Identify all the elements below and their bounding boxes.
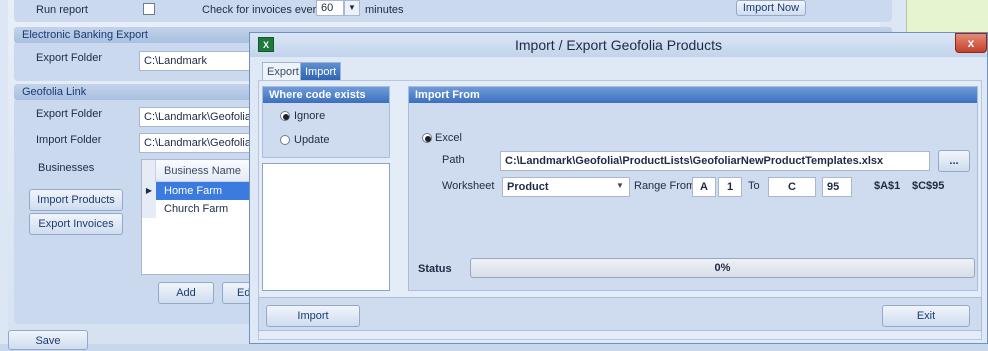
tab-import[interactable]: Import xyxy=(300,62,342,80)
path-input[interactable]: C:\Landmark\Geofolia\ProductLists\Geofol… xyxy=(500,151,930,171)
import-from-header: Import From xyxy=(409,87,977,103)
where-code-exists-header: Where code exists xyxy=(263,87,389,103)
browse-button[interactable]: ... xyxy=(938,150,970,172)
eb-export-folder-label: Export Folder xyxy=(36,52,103,64)
grid-header-business-name[interactable]: Business Name xyxy=(156,160,251,182)
range-end-ref: $C$95 xyxy=(912,180,945,192)
to-label: To xyxy=(748,180,760,192)
excel-label[interactable]: Excel xyxy=(435,132,462,144)
row-selector-icon: ▶ xyxy=(142,182,156,200)
range-start-ref: $A$1 xyxy=(874,180,901,192)
range-to-row-input[interactable]: 95 xyxy=(822,177,852,197)
grid-corner xyxy=(142,160,156,182)
path-label: Path xyxy=(442,154,465,166)
ignore-radio[interactable] xyxy=(280,111,290,121)
dialog-footer xyxy=(258,297,982,331)
table-row[interactable]: Church Farm xyxy=(156,200,251,218)
interval-spinner-icon[interactable]: ▼ xyxy=(344,0,360,16)
gl-import-folder-label: Import Folder xyxy=(36,134,102,146)
row-selector xyxy=(142,200,156,218)
worksheet-select[interactable]: Product xyxy=(502,177,630,197)
import-export-dialog: X Import / Export Geofolia Products x Ex… xyxy=(249,32,988,344)
run-report-label: Run report xyxy=(36,4,88,16)
export-invoices-button[interactable]: Export Invoices xyxy=(29,213,123,235)
table-row[interactable]: Home Farm xyxy=(156,182,251,200)
businesses-label: Businesses xyxy=(38,162,95,174)
eb-export-folder-input[interactable]: C:\Landmark xyxy=(139,51,251,71)
range-from-row-input[interactable]: 1 xyxy=(718,177,742,197)
range-from-label: Range From xyxy=(634,180,696,192)
range-to-col-input[interactable]: C xyxy=(768,177,816,197)
status-progress-bar: 0% xyxy=(470,258,975,278)
close-icon[interactable]: x xyxy=(955,33,987,53)
check-invoices-label: Check for invoices every xyxy=(202,4,322,16)
import-now-button[interactable]: Import Now xyxy=(736,0,806,16)
check-interval-input[interactable]: 60 xyxy=(316,0,344,16)
minutes-label: minutes xyxy=(365,4,404,16)
run-report-checkbox[interactable] xyxy=(143,3,155,15)
import-products-button[interactable]: Import Products xyxy=(29,189,123,211)
chevron-down-icon[interactable]: ▼ xyxy=(616,181,626,193)
gl-export-folder-label: Export Folder xyxy=(36,108,103,120)
range-from-col-input[interactable]: A xyxy=(692,177,716,197)
gl-export-folder-input[interactable]: C:\Landmark\Geofolia\ xyxy=(139,107,251,127)
gl-import-folder-input[interactable]: C:\Landmark\Geofolia\ xyxy=(139,133,251,153)
dialog-title: Import / Export Geofolia Products xyxy=(515,37,722,53)
exit-button[interactable]: Exit xyxy=(882,305,970,327)
status-label: Status xyxy=(418,263,452,275)
save-button[interactable]: Save xyxy=(8,330,88,350)
tab-export[interactable]: Export xyxy=(262,62,304,80)
update-radio[interactable] xyxy=(280,135,290,145)
add-business-button[interactable]: Add xyxy=(158,282,214,304)
codes-list[interactable] xyxy=(262,163,390,291)
worksheet-label: Worksheet xyxy=(442,180,495,192)
excel-radio[interactable] xyxy=(422,133,432,143)
ignore-label[interactable]: Ignore xyxy=(294,110,325,122)
import-button[interactable]: Import xyxy=(266,305,360,327)
update-label[interactable]: Update xyxy=(294,134,329,146)
